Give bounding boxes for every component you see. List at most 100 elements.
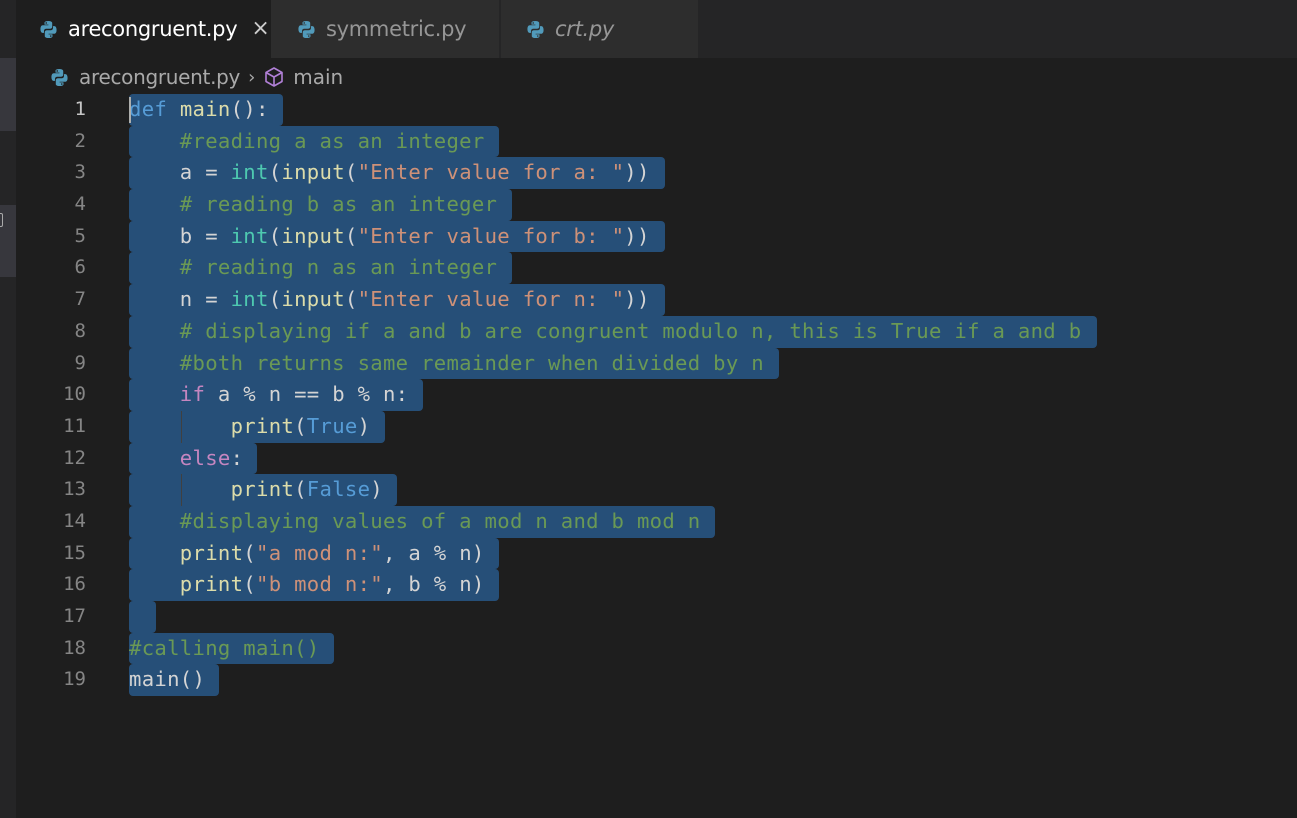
line-number: 18 (63, 636, 86, 659)
token-cmt: #displaying values of a mod n and b mod … (179, 508, 701, 533)
token-plain: ( (268, 287, 282, 312)
python-icon (527, 20, 544, 38)
code-text: # displaying if a and b are congruent mo… (129, 316, 1081, 348)
line-number: 16 (63, 573, 86, 596)
code-line[interactable]: 14 #displaying values of a mod n and b m… (16, 505, 1297, 538)
token-plain: ( (344, 223, 358, 248)
activity-item[interactable] (0, 58, 16, 131)
line-number: 5 (74, 224, 86, 247)
code-text: #calling main() (129, 633, 319, 665)
tab-bar: arecongruent.py × symmetric.py crt.py (16, 0, 1297, 58)
code-line[interactable]: 13 print(False) (16, 474, 1297, 506)
token-cmt: # displaying if a and b are congruent mo… (179, 318, 1082, 343)
code-line[interactable]: 4 # reading b as an integer (16, 189, 1297, 221)
code-line[interactable]: 8 # displaying if a and b are congruent … (16, 315, 1297, 348)
token-plain: (): (230, 97, 269, 121)
code-line[interactable]: 3 a = int(input("Enter value for a: ")) (16, 157, 1297, 190)
line-number: 4 (74, 193, 86, 216)
token-cls: int (230, 287, 269, 312)
breadcrumb-file[interactable]: arecongruent.py (79, 65, 240, 89)
code-text: print("a mod n:", a % n) (129, 538, 485, 570)
code-line[interactable]: 15 print("a mod n:", a % n) (16, 537, 1297, 570)
line-number: 7 (74, 288, 86, 311)
line-number: 11 (63, 414, 86, 437)
token-fn: print (179, 540, 244, 565)
code-line[interactable]: 2 #reading a as an integer (16, 125, 1297, 158)
token-fn: print (179, 572, 244, 597)
token-fn: print (230, 477, 295, 502)
code-line[interactable]: 10 if a % n == b % n: (16, 379, 1297, 411)
tab-label: crt.py (555, 17, 615, 41)
code-text: # reading b as an integer (129, 189, 497, 221)
breadcrumb-symbol[interactable]: main (293, 65, 343, 89)
activity-bar (0, 0, 16, 818)
code-text: n = int(input("Enter value for n: ")) (129, 284, 650, 316)
token-plain: ( (243, 540, 256, 565)
code-line[interactable]: 1 def main(): (16, 94, 1297, 126)
code-text: def main(): (129, 94, 269, 126)
code-line[interactable]: 11 print(True) (16, 410, 1297, 443)
code-line[interactable]: 12 else: (16, 442, 1297, 475)
breadcrumb: arecongruent.py › main (50, 62, 343, 92)
code-editor[interactable]: 1 def main(): 2 #reading a as an integer 3 … (16, 94, 1297, 697)
token-plain: ) (370, 477, 383, 502)
tab-crt[interactable]: crt.py (501, 0, 698, 58)
token-plain: main() (129, 667, 206, 692)
code-line[interactable]: 7 n = int(input("Enter value for n: ")) (16, 284, 1297, 316)
tab-label: symmetric.py (326, 17, 467, 41)
token-cmt: # reading b as an integer (179, 192, 498, 217)
tab-symmetric[interactable]: symmetric.py (271, 0, 499, 58)
line-number: 3 (74, 161, 86, 184)
code-line[interactable]: 16 print("b mod n:", b % n) (16, 569, 1297, 601)
code-line[interactable]: 9 #both returns same remainder when divi… (16, 347, 1297, 380)
token-plain: ( (294, 413, 307, 438)
token-cmt: #both returns same remainder when divide… (179, 350, 764, 375)
token-plain: n = (129, 287, 231, 312)
line-number: 10 (63, 383, 86, 406)
code-text: #reading a as an integer (129, 126, 485, 158)
token-str: "Enter value for n: " (357, 287, 625, 312)
token-kw: True (306, 413, 358, 438)
token-cmt: #calling main() (129, 635, 320, 660)
line-number: 9 (74, 351, 86, 374)
token-plain: : (230, 445, 244, 470)
close-icon[interactable]: × (251, 18, 269, 40)
code-line[interactable]: 18 #calling main() (16, 632, 1297, 665)
token-plain: a % n == b % n: (205, 382, 409, 407)
token-str: "b mod n:" (256, 572, 383, 597)
token-fn: main (179, 97, 231, 121)
code-text: b = int(input("Enter value for b: ")) (129, 221, 650, 253)
line-number: 15 (63, 541, 86, 564)
line-number: 2 (74, 129, 86, 152)
code-text: else: (129, 443, 243, 475)
token-fn: input (281, 160, 345, 185)
code-text: if a % n == b % n: (129, 379, 408, 411)
tab-arecongruent[interactable]: arecongruent.py × (16, 0, 271, 58)
token-fn: input (281, 223, 345, 248)
text-cursor (129, 97, 131, 123)
tab-label: arecongruent.py (68, 17, 238, 41)
code-line[interactable]: 5 b = int(input("Enter value for b: ")) (16, 220, 1297, 253)
line-number: 1 (74, 98, 86, 120)
token-fn: print (230, 413, 295, 438)
code-line[interactable]: 17 (16, 601, 1297, 633)
line-number: 13 (63, 478, 86, 501)
token-plain: ) (357, 413, 371, 438)
code-line[interactable]: 6 # reading n as an integer (16, 252, 1297, 285)
token-cls: int (230, 160, 269, 185)
token-plain: )) (624, 160, 650, 185)
code-text: main() (129, 664, 205, 696)
line-number: 19 (63, 668, 86, 691)
code-line[interactable]: 19 main() (16, 664, 1297, 697)
